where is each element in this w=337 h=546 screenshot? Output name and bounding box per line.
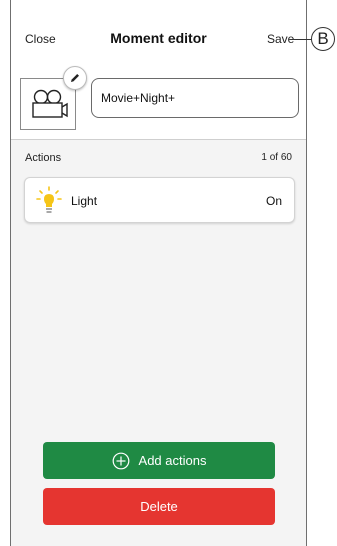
add-actions-label: Add actions (138, 453, 207, 468)
actions-section-title: Actions (25, 152, 62, 164)
delete-label: Delete (140, 499, 178, 514)
edit-thumbnail-button[interactable] (63, 66, 87, 90)
delete-button[interactable]: Delete (43, 488, 275, 525)
callout-badge: B (311, 27, 335, 51)
header: Close Moment editor Save (11, 0, 306, 140)
pencil-icon (71, 74, 79, 82)
page-title: Moment editor (110, 30, 207, 46)
phone-frame: Close Moment editor Save Actions 1 of 60 (10, 0, 307, 546)
add-actions-button[interactable]: Add actions (43, 442, 275, 479)
action-value: On (265, 194, 282, 208)
plus-circle-icon (112, 452, 130, 470)
action-item-light[interactable]: Light On (24, 177, 295, 223)
callout-line (290, 39, 312, 40)
actions-count: 1 of 60 (261, 152, 292, 163)
light-bulb-icon (36, 186, 62, 213)
moment-name-input[interactable] (91, 78, 299, 118)
action-label: Light (71, 194, 98, 208)
